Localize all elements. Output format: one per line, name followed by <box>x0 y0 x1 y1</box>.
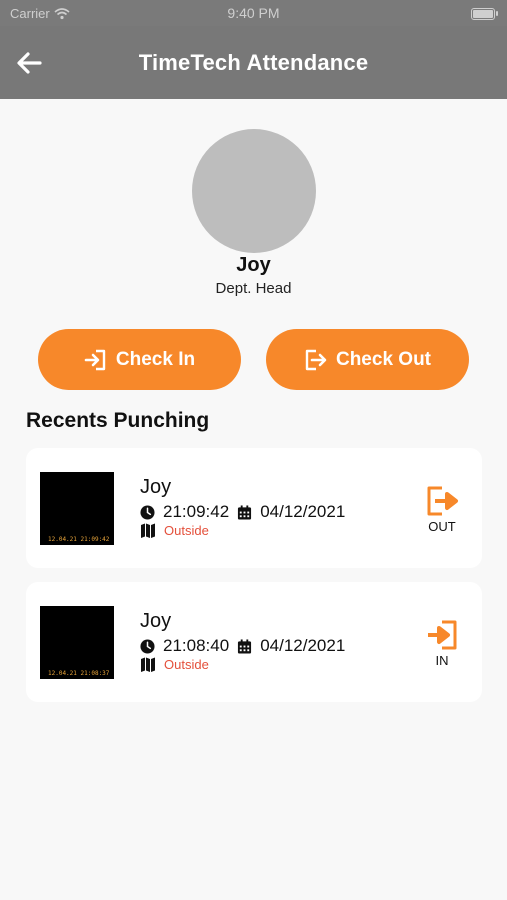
punch-datetime: 21:09:42 04/12/2021 <box>140 502 345 522</box>
punch-type-indicator: OUT <box>422 484 462 534</box>
profile-role: Dept. Head <box>215 280 292 297</box>
app-bar: TimeTech Attendance <box>0 26 507 99</box>
page-title: TimeTech Attendance <box>138 50 369 75</box>
status-time: 9:40 PM <box>227 5 280 21</box>
avatar <box>192 129 316 253</box>
punch-photo: 12.04.21 21:09:42 <box>40 472 114 545</box>
logout-icon <box>427 486 458 516</box>
logout-icon <box>305 349 327 370</box>
photo-timestamp: 12.04.21 21:08:37 <box>48 670 110 677</box>
punch-employee-name: Joy <box>140 610 172 632</box>
clock-icon <box>140 504 155 520</box>
punch-datetime: 21:08:40 04/12/2021 <box>140 636 345 656</box>
punch-time: 21:08:40 <box>163 636 230 655</box>
punch-date: 04/12/2021 <box>260 502 346 521</box>
login-icon <box>84 349 106 370</box>
recents-title: Recents Punching <box>26 409 210 432</box>
login-icon <box>428 620 457 650</box>
punch-time: 21:09:42 <box>163 502 230 521</box>
photo-timestamp: 12.04.21 21:09:42 <box>48 536 110 543</box>
calendar-icon <box>238 504 252 520</box>
battery-icon <box>471 8 498 20</box>
punch-type-label: IN <box>435 653 449 668</box>
clock-icon <box>140 638 155 654</box>
punch-location-label: Outside <box>164 522 209 538</box>
punch-photo: 12.04.21 21:08:37 <box>40 606 114 679</box>
punch-employee-name: Joy <box>140 476 172 498</box>
punch-type-indicator: IN <box>422 618 462 668</box>
map-icon <box>141 657 155 672</box>
punch-type-label: OUT <box>428 519 456 534</box>
profile-name: Joy <box>236 254 271 276</box>
status-bar: Carrier 9:40 PM <box>0 0 507 26</box>
calendar-icon <box>238 638 252 654</box>
check-in-button[interactable]: Check In <box>38 329 241 390</box>
punch-location: Outside <box>140 522 209 538</box>
punch-location: Outside <box>140 656 209 672</box>
check-in-label: Check In <box>115 348 196 370</box>
check-out-button[interactable]: Check Out <box>266 329 469 390</box>
punch-card[interactable]: 12.04.21 21:09:42 Joy 21:09:42 04/12/202… <box>26 448 482 568</box>
map-icon <box>141 523 155 538</box>
check-out-label: Check Out <box>335 348 432 370</box>
punch-date: 04/12/2021 <box>260 636 346 655</box>
punch-location-label: Outside <box>164 656 209 672</box>
punch-card[interactable]: 12.04.21 21:08:37 Joy 21:08:40 04/12/202… <box>26 582 482 702</box>
